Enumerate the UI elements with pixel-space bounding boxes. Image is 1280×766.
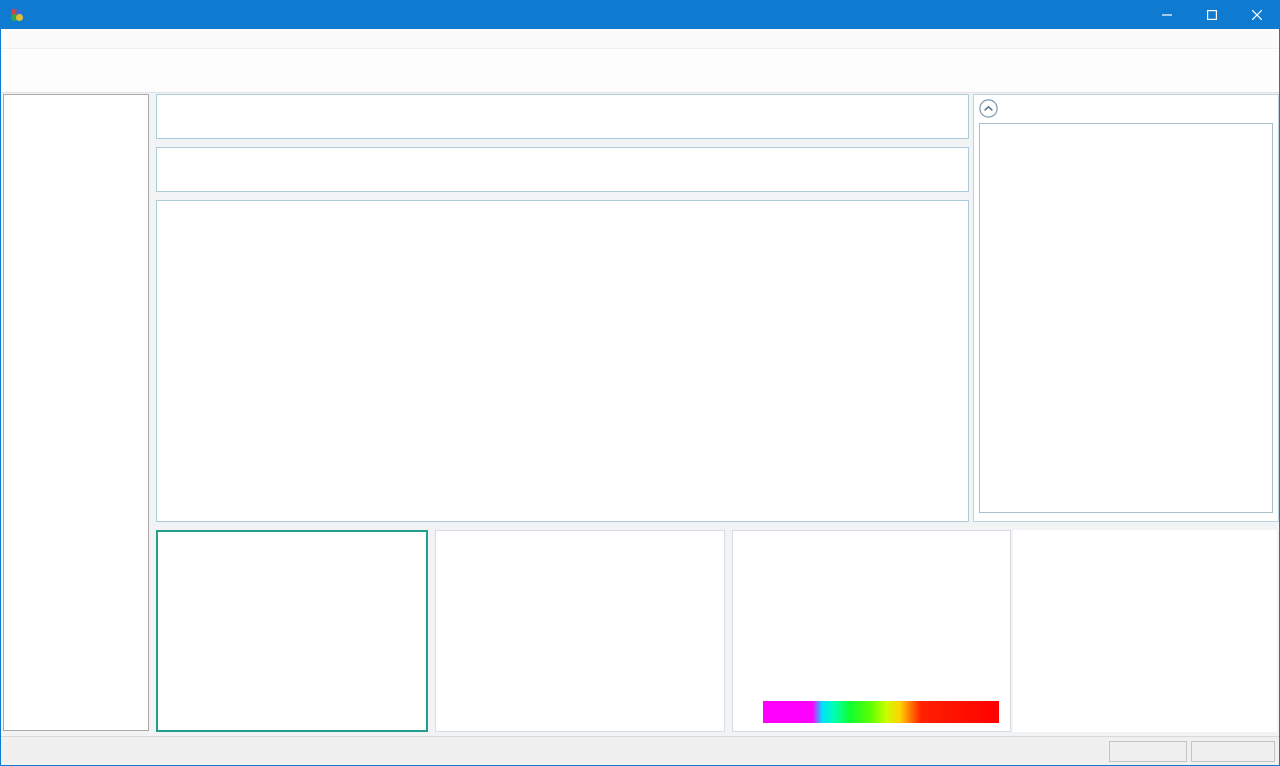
titlebar bbox=[1, 1, 1279, 29]
spectrum-bar bbox=[763, 701, 999, 723]
color-difference-panel bbox=[973, 94, 1279, 522]
app-window bbox=[0, 0, 1280, 766]
statusbar bbox=[1, 736, 1279, 765]
reflectance-panel bbox=[732, 530, 1011, 732]
lab-color-wheel-panel bbox=[1013, 530, 1277, 732]
sample-tree bbox=[3, 94, 149, 731]
tolerance-panel bbox=[156, 94, 969, 139]
dab-dl-scatter-panel bbox=[156, 530, 428, 732]
collapse-chevron-icon[interactable] bbox=[979, 99, 998, 118]
auto-mode-button[interactable] bbox=[1109, 741, 1187, 762]
maximize-button[interactable] bbox=[1189, 1, 1234, 29]
menubar bbox=[1, 29, 1279, 49]
standard-panel bbox=[156, 147, 969, 192]
app-logo-icon bbox=[9, 7, 25, 23]
minimize-button[interactable] bbox=[1144, 1, 1189, 29]
status-pane bbox=[1191, 741, 1275, 762]
deab-trend-panel bbox=[435, 530, 725, 732]
toolbar bbox=[1, 49, 1279, 93]
close-button[interactable] bbox=[1234, 1, 1279, 29]
cielab-card bbox=[979, 123, 1273, 513]
samples-panel bbox=[156, 200, 969, 522]
content-area bbox=[1, 93, 1279, 736]
